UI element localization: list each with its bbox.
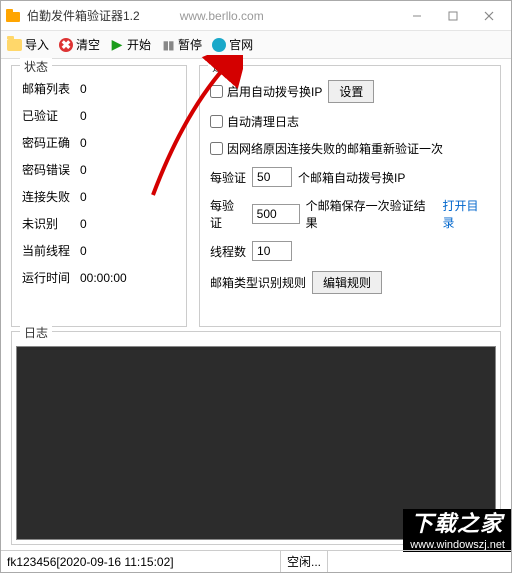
clear-button[interactable]: ✖ 清空 xyxy=(59,36,100,53)
rule-label: 邮箱类型识别规则 xyxy=(210,274,306,291)
mailbox-list-label: 邮箱列表 xyxy=(22,80,80,97)
pw-wrong-label: 密码错误 xyxy=(22,161,80,178)
pw-correct-value: 0 xyxy=(80,136,176,150)
conn-fail-value: 0 xyxy=(80,190,176,204)
pause-icon: ▮▮ xyxy=(161,38,175,52)
globe-icon xyxy=(212,38,226,52)
conn-fail-label: 连接失败 xyxy=(22,188,80,205)
retry-net-fail-option[interactable]: 因网络原因连接失败的邮箱重新验证一次 xyxy=(210,140,443,157)
every-verify-label-1: 每验证 xyxy=(210,169,246,186)
verified-label: 已验证 xyxy=(22,107,80,124)
start-button[interactable]: ▶ 开始 xyxy=(110,36,151,53)
window-titlebar: 伯勤发件箱验证器1.2 www.berllo.com xyxy=(1,1,511,31)
runtime-label: 运行时间 xyxy=(22,269,80,286)
unknown-label: 未识别 xyxy=(22,215,80,232)
dial-count-input[interactable] xyxy=(252,167,292,187)
import-button[interactable]: 导入 xyxy=(7,36,49,53)
auto-clean-log-label: 自动清理日志 xyxy=(227,113,299,130)
thread-count-input[interactable] xyxy=(252,241,292,261)
clear-label: 清空 xyxy=(76,36,100,53)
website-label: 官网 xyxy=(229,36,253,53)
save-suffix-label: 个邮箱保存一次验证结果 xyxy=(306,197,437,231)
auto-clean-log-option[interactable]: 自动清理日志 xyxy=(210,113,299,130)
title-url: www.berllo.com xyxy=(180,9,399,23)
open-dir-link[interactable]: 打开目录 xyxy=(442,197,490,231)
options-panel-title: 选项 xyxy=(208,58,240,75)
statusbar-right: 空闲... xyxy=(281,551,328,572)
log-panel-title: 日志 xyxy=(20,324,52,341)
play-icon: ▶ xyxy=(110,38,124,52)
app-icon xyxy=(5,8,21,24)
start-label: 开始 xyxy=(127,36,151,53)
auto-dial-label: 启用自动拨号换IP xyxy=(227,83,322,100)
status-panel-title: 状态 xyxy=(20,58,52,75)
import-label: 导入 xyxy=(25,36,49,53)
watermark-text: 下载之家 xyxy=(403,509,511,538)
settings-button[interactable]: 设置 xyxy=(328,80,374,103)
website-button[interactable]: 官网 xyxy=(212,36,253,53)
watermark: 下载之家 www.windowszj.net xyxy=(403,506,511,552)
pw-correct-label: 密码正确 xyxy=(22,134,80,151)
statusbar-left: fk123456[2020-09-16 11:15:02] xyxy=(1,551,281,572)
pause-button[interactable]: ▮▮ 暂停 xyxy=(161,36,202,53)
retry-net-fail-label: 因网络原因连接失败的邮箱重新验证一次 xyxy=(227,140,443,157)
dial-suffix-label: 个邮箱自动拨号换IP xyxy=(298,169,405,186)
close-button[interactable] xyxy=(471,1,507,31)
runtime-value: 00:00:00 xyxy=(80,271,176,285)
unknown-value: 0 xyxy=(80,217,176,231)
auto-dial-option[interactable]: 启用自动拨号换IP xyxy=(210,83,322,100)
current-threads-label: 当前线程 xyxy=(22,242,80,259)
mailbox-list-value: 0 xyxy=(80,82,176,96)
folder-icon xyxy=(7,39,22,51)
every-verify-label-2: 每验证 xyxy=(210,197,246,231)
verified-value: 0 xyxy=(80,109,176,123)
auto-dial-checkbox[interactable] xyxy=(210,85,223,98)
status-panel: 状态 邮箱列表0 已验证0 密码正确0 密码错误0 连接失败0 未识别0 当前线… xyxy=(11,65,187,327)
save-count-input[interactable] xyxy=(252,204,300,224)
thread-count-label: 线程数 xyxy=(210,243,246,260)
statusbar: fk123456[2020-09-16 11:15:02] 空闲... xyxy=(1,550,511,572)
edit-rule-button[interactable]: 编辑规则 xyxy=(312,271,382,294)
pw-wrong-value: 0 xyxy=(80,163,176,177)
pause-label: 暂停 xyxy=(178,36,202,53)
toolbar: 导入 ✖ 清空 ▶ 开始 ▮▮ 暂停 官网 xyxy=(1,31,511,59)
minimize-button[interactable] xyxy=(399,1,435,31)
retry-net-fail-checkbox[interactable] xyxy=(210,142,223,155)
current-threads-value: 0 xyxy=(80,244,176,258)
maximize-button[interactable] xyxy=(435,1,471,31)
auto-clean-log-checkbox[interactable] xyxy=(210,115,223,128)
clear-icon: ✖ xyxy=(59,38,73,52)
options-panel: 选项 启用自动拨号换IP 设置 自动清理日志 因网络原因连接失败的邮箱重新验证一… xyxy=(199,65,501,327)
window-title: 伯勤发件箱验证器1.2 xyxy=(27,7,140,24)
